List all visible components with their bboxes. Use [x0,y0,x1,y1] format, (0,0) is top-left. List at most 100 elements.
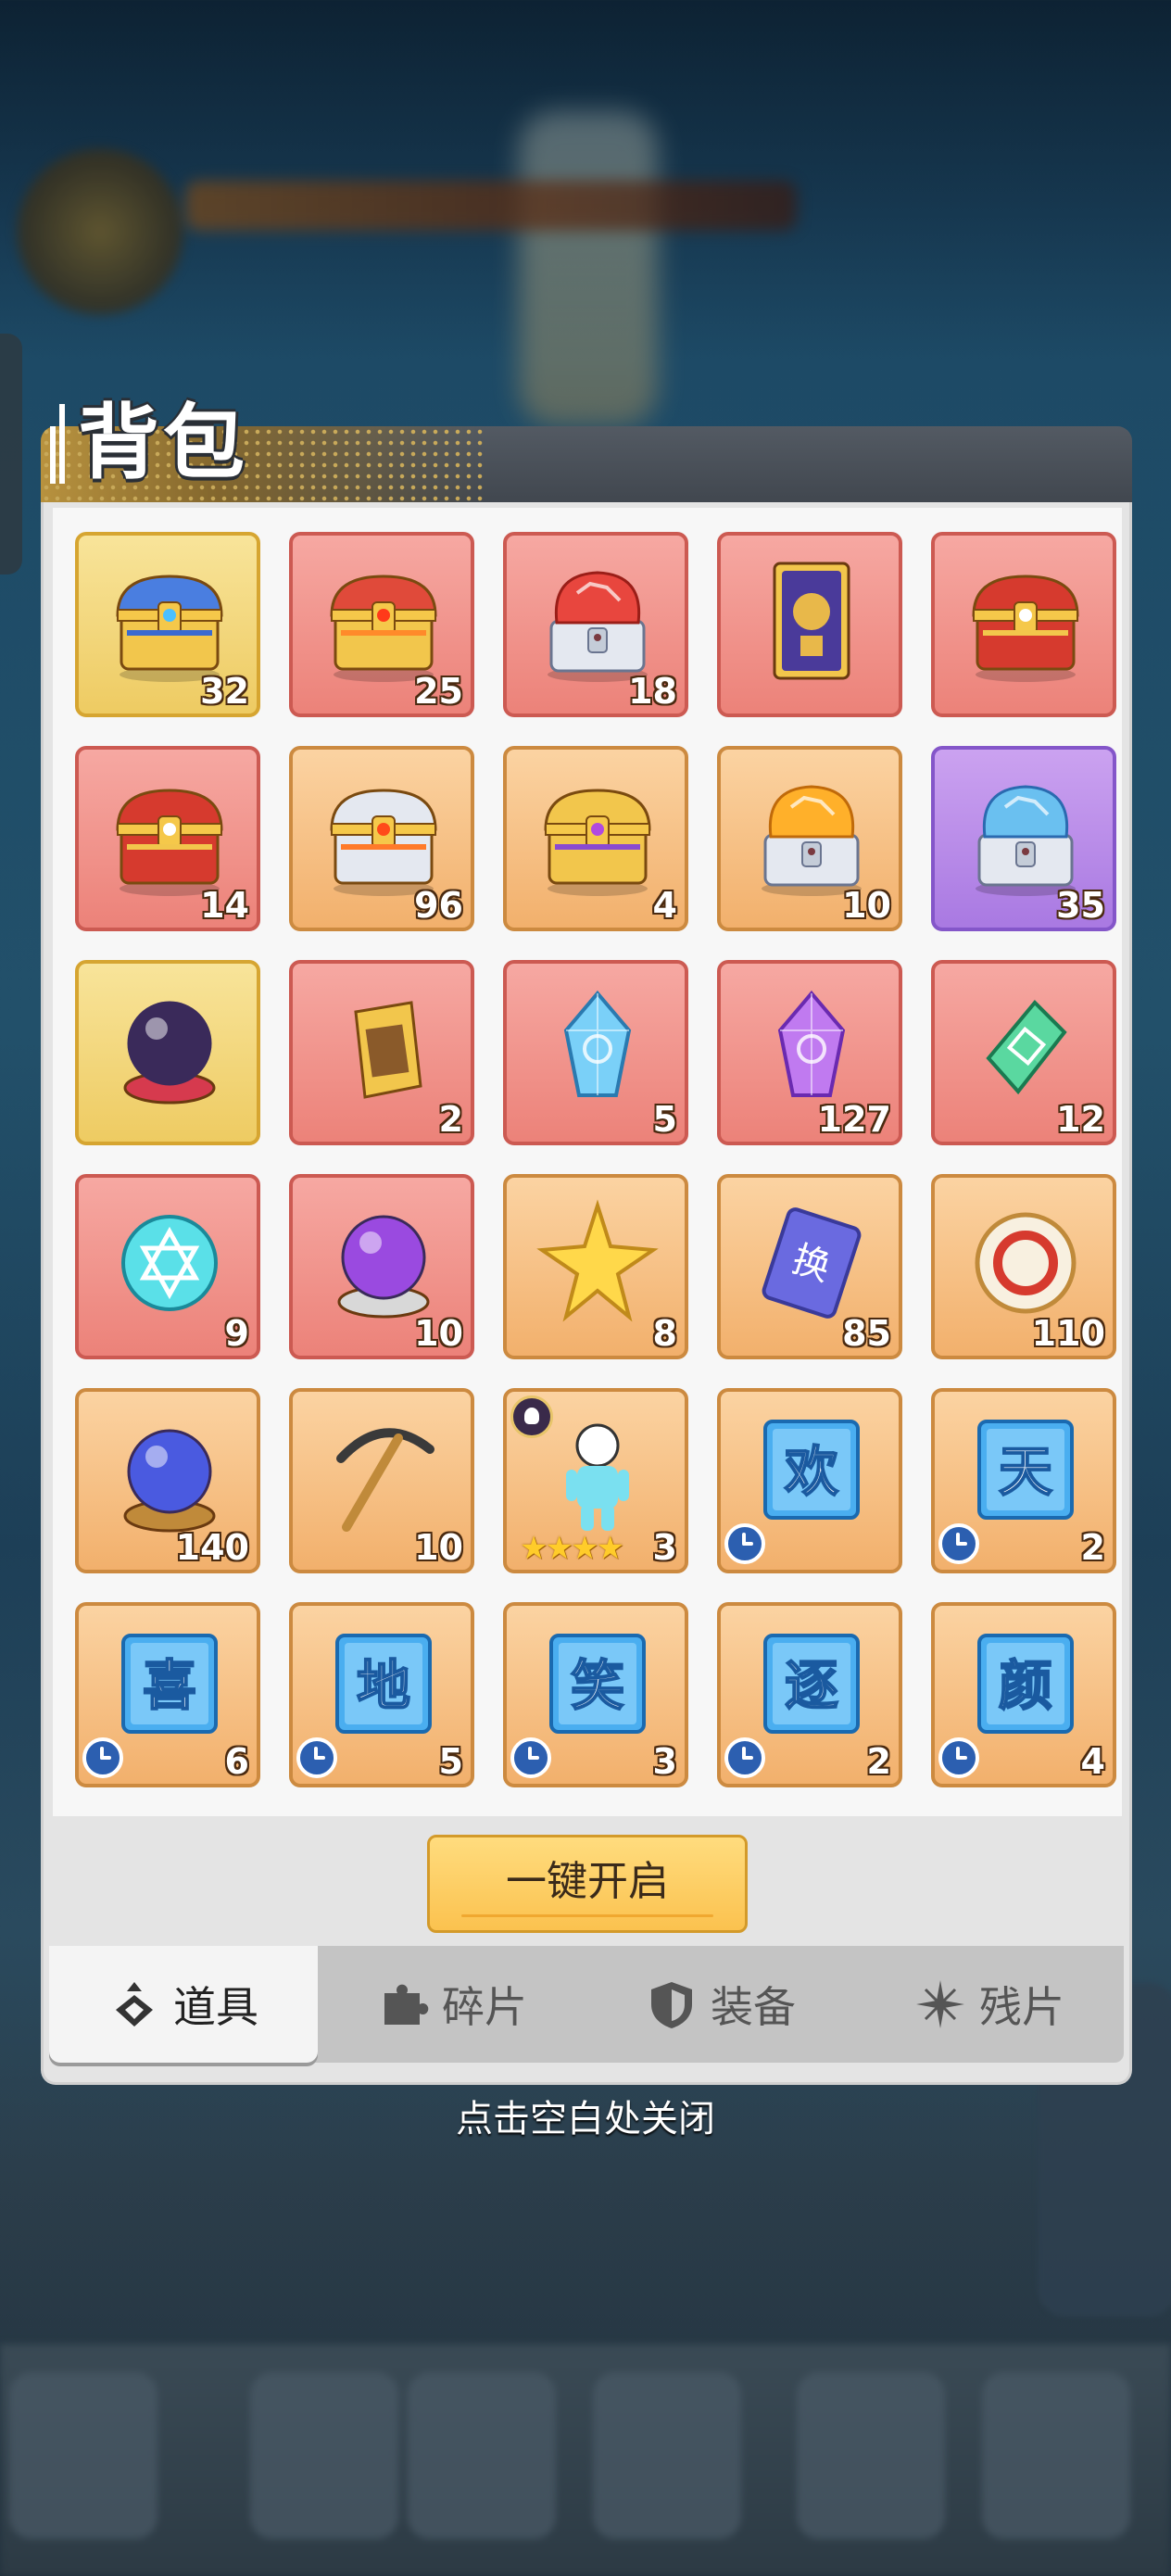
clock-icon [938,1737,979,1778]
orange-gem-chest-icon [747,770,876,900]
close-hint[interactable]: 点击空白处关闭 [0,2089,1171,2142]
item-count: 85 [842,1313,891,1354]
svg-text:天: 天 [999,1440,1052,1503]
item-icon [116,1982,153,2027]
char-card-icon: 地 [319,1626,448,1756]
open-all-button[interactable]: 一键开启 [427,1835,748,1933]
clock-icon [510,1737,551,1778]
gold-blue-chest-icon [105,556,234,686]
exchange-ticket-icon: 换 [747,1198,876,1328]
item-slot[interactable]: 127 [717,960,902,1145]
item-slot[interactable]: 换 85 [717,1174,902,1359]
red-gold-chest-icon [105,770,234,900]
character-figure-icon [533,1412,662,1542]
item-slot[interactable]: 110 [931,1174,1116,1359]
tab-equipment-label: 装备 [711,1982,796,2032]
item-count: 6 [224,1741,249,1782]
blue-orb-icon [105,1412,234,1542]
item-slot[interactable]: 10 [717,746,902,931]
item-count: 2 [1080,1527,1105,1568]
svg-text:喜: 喜 [143,1654,196,1717]
star-rating: ★★★★ [520,1530,624,1567]
item-slot[interactable]: 9 [75,1174,260,1359]
item-slot[interactable]: 25 [289,532,474,717]
pickaxe-icon [319,1412,448,1542]
tab-items[interactable]: 道具 [49,1946,318,2063]
bag-panel: 32 25 18 14 96 4 10 35 2 5 127 12 9 10 8… [41,502,1132,2085]
item-slot[interactable] [75,960,260,1145]
item-count: 10 [414,1313,463,1354]
puzzle-icon [384,1984,429,2025]
item-count: 5 [652,1099,677,1140]
svg-text:颜: 颜 [999,1654,1052,1717]
tab-bar: 道具 碎片 装备 残片 [49,1946,1124,2063]
item-slot[interactable]: 12 [931,960,1116,1145]
gold-purple-chest-icon [533,770,662,900]
purple-card-icon [747,556,876,686]
tab-shards[interactable]: 残片 [855,1946,1124,2063]
char-card-icon: 颜 [961,1626,1090,1756]
svg-text:逐: 逐 [785,1654,838,1717]
item-count: 10 [414,1527,463,1568]
item-slot[interactable]: 10 [289,1174,474,1359]
item-count: 9 [224,1313,249,1354]
item-slot[interactable]: 2 [289,960,474,1145]
item-slot[interactable]: 32 [75,532,260,717]
item-slot[interactable]: 笑3 [503,1602,688,1787]
item-slot[interactable]: 欢 [717,1388,902,1573]
tab-items-label: 道具 [173,1982,258,2032]
svg-text:地: 地 [357,1654,410,1717]
blue-crystal-icon [533,984,662,1114]
item-slot[interactable]: 4 [503,746,688,931]
blue-gem-chest-icon [961,770,1090,900]
item-slot[interactable]: ★★★★ 3 [503,1388,688,1573]
title-bars-icon [50,404,69,484]
background-bottom-menu [0,2344,1171,2576]
svg-text:欢: 欢 [784,1440,838,1503]
item-count: 4 [1080,1741,1105,1782]
item-slot[interactable]: 96 [289,746,474,931]
crystal-ball-icon [105,984,234,1114]
purple-crystal-icon [747,984,876,1114]
item-slot[interactable]: 35 [931,746,1116,931]
item-count: 18 [628,671,677,712]
item-slot[interactable]: 天2 [931,1388,1116,1573]
item-slot[interactable]: 逐2 [717,1602,902,1787]
item-slot[interactable]: 喜6 [75,1602,260,1787]
item-count: 25 [414,671,463,712]
item-count: 8 [652,1313,677,1354]
item-slot[interactable] [717,532,902,717]
tab-fragments-label: 碎片 [442,1982,527,2032]
item-slot[interactable] [931,532,1116,717]
tab-equipment[interactable]: 装备 [586,1946,855,2063]
item-count: 10 [842,885,891,926]
red-gem-chest-icon [533,556,662,686]
background-avatar [17,148,183,315]
clock-icon [724,1523,765,1564]
item-slot[interactable]: 14 [75,746,260,931]
silver-flame-chest-icon [319,770,448,900]
item-count: 110 [1031,1313,1105,1354]
item-slot[interactable]: 地5 [289,1602,474,1787]
general-token-icon [319,984,448,1114]
item-count: 96 [414,885,463,926]
dragon-coin-icon [961,1198,1090,1328]
item-count: 5 [438,1741,463,1782]
red-flame-chest-icon [319,556,448,686]
item-slot[interactable]: 10 [289,1388,474,1573]
item-slot[interactable]: 5 [503,960,688,1145]
item-slot[interactable]: 8 [503,1174,688,1359]
item-slot[interactable]: 颜4 [931,1602,1116,1787]
item-count: 2 [438,1099,463,1140]
purple-orb-icon [319,1198,448,1328]
item-slot[interactable]: 18 [503,532,688,717]
tab-shards-label: 残片 [979,1982,1064,2032]
clock-icon [82,1737,123,1778]
item-count: 14 [200,885,249,926]
green-token-icon [961,984,1090,1114]
item-count: 3 [652,1741,677,1782]
item-count: 140 [175,1527,249,1568]
item-slot[interactable]: 140 [75,1388,260,1573]
tab-fragments[interactable]: 碎片 [318,1946,586,2063]
shard-icon [916,1980,964,2028]
